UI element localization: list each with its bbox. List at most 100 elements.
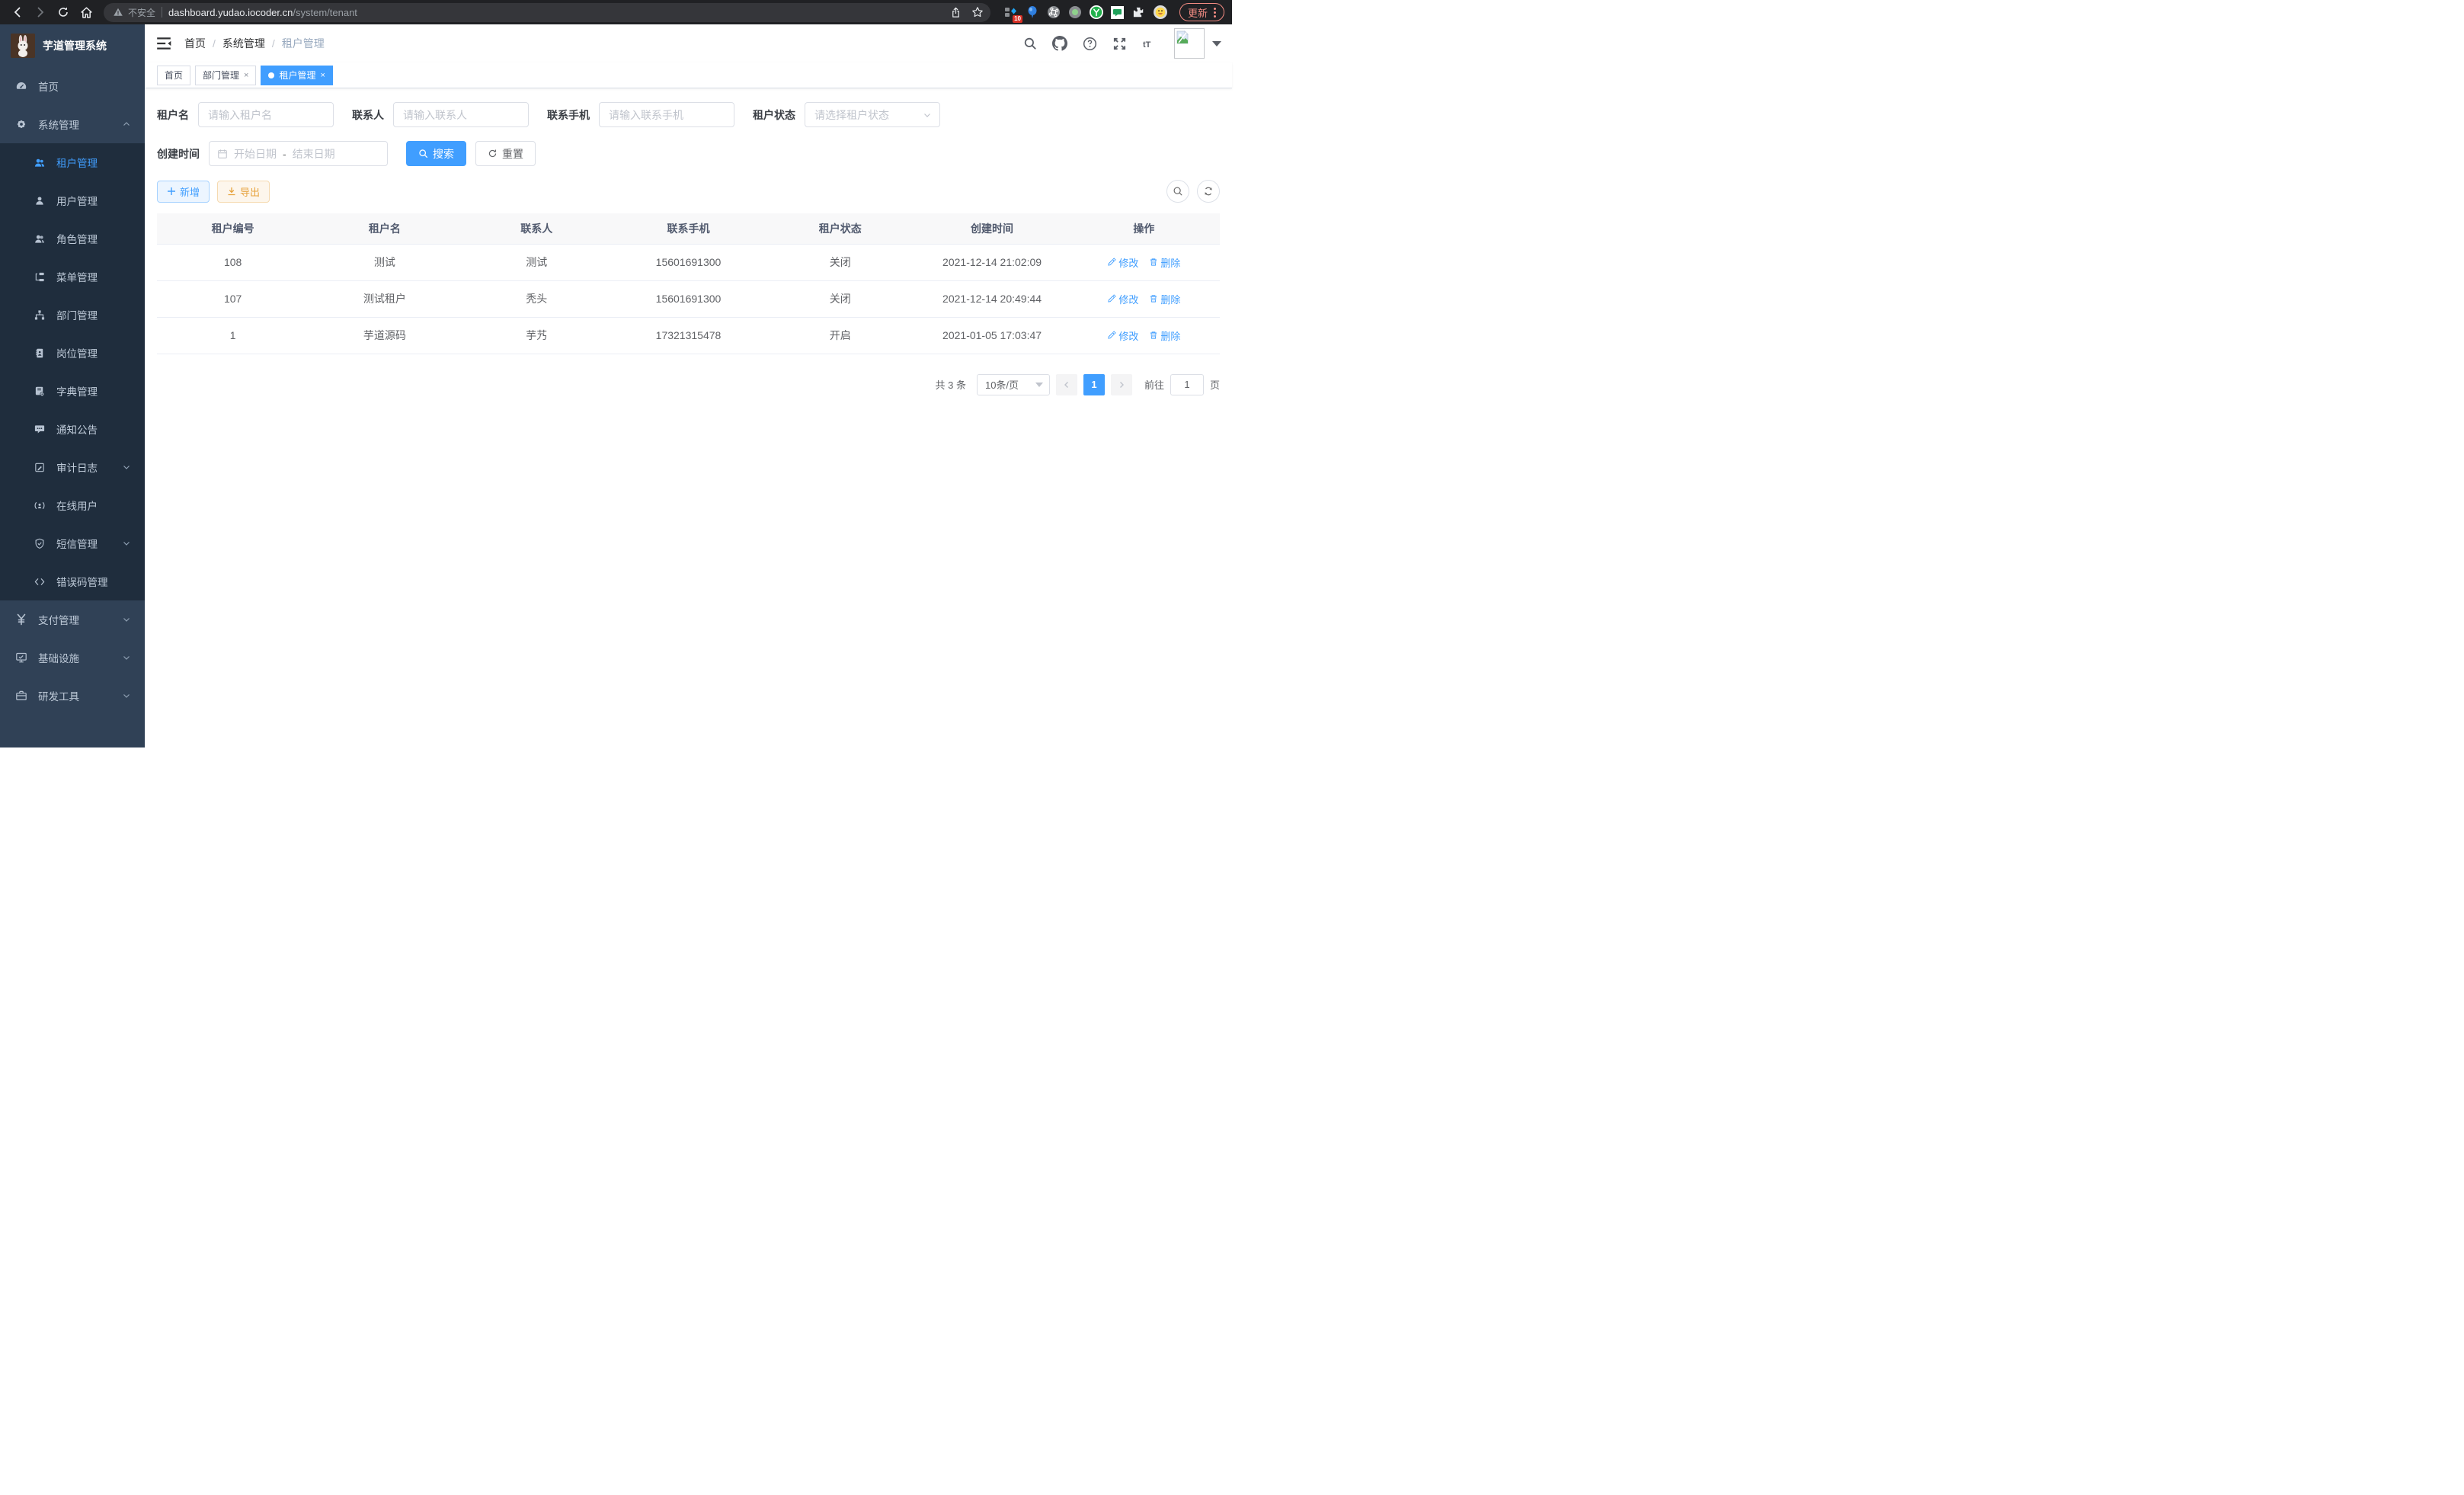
sidebar-item-system[interactable]: 系统管理 (0, 105, 145, 143)
chevron-down-icon (122, 691, 131, 700)
sidebar-item-audit-log[interactable]: 审计日志 (0, 448, 145, 486)
goto-page-input[interactable] (1170, 374, 1204, 395)
font-size-icon[interactable]: tT (1142, 37, 1159, 50)
browser-menu-icon[interactable] (1214, 8, 1216, 18)
status-label: 租户状态 (753, 107, 795, 123)
sidebar-item-home[interactable]: 首页 (0, 67, 145, 105)
sidebar-item-dict[interactable]: 字典管理 (0, 372, 145, 410)
menu-tree-icon (34, 271, 46, 283)
sidebar-collapse-button[interactable] (155, 35, 172, 52)
contact-input[interactable] (393, 102, 529, 127)
add-button[interactable]: 新增 (157, 181, 210, 203)
sidebar-item-sms[interactable]: 短信管理 (0, 524, 145, 562)
page-number-button[interactable]: 1 (1083, 374, 1105, 395)
page-size-select[interactable]: 10条/页 (977, 374, 1050, 395)
extensions-puzzle-button[interactable] (1132, 5, 1146, 19)
edit-button[interactable]: 修改 (1107, 328, 1138, 343)
browser-back-button[interactable] (8, 2, 27, 22)
app-logo[interactable]: 芋道管理系统 (0, 24, 145, 67)
browser-update-button[interactable]: 更新 (1179, 3, 1224, 21)
tag-close-icon[interactable]: × (244, 71, 248, 80)
tag-tenant[interactable]: 租户管理 × (261, 66, 332, 85)
extension-chat-icon[interactable] (1111, 5, 1125, 19)
pay-yen-icon (15, 613, 27, 626)
profile-avatar-button[interactable] (1154, 5, 1167, 19)
prev-page-button[interactable] (1056, 374, 1077, 395)
share-button[interactable] (946, 2, 966, 22)
puzzle-icon (1132, 6, 1145, 19)
next-page-button[interactable] (1111, 374, 1132, 395)
reset-button[interactable]: 重置 (475, 141, 536, 166)
chevron-down-icon (923, 110, 932, 120)
tag-close-icon[interactable]: × (320, 71, 325, 80)
url-text[interactable]: dashboard.yudao.iocoder.cn/system/tenant (168, 7, 946, 18)
header-search-icon[interactable] (1023, 37, 1037, 50)
extension-balloon-icon[interactable] (1026, 5, 1039, 19)
sidebar-item-online-users[interactable]: 在线用户 (0, 486, 145, 524)
avatar[interactable] (1174, 28, 1205, 59)
edit-button[interactable]: 修改 (1107, 292, 1138, 306)
create-time-range-picker[interactable]: 开始日期 - 结束日期 (209, 141, 388, 166)
browser-reload-button[interactable] (53, 2, 73, 22)
roles-icon (34, 233, 46, 245)
refresh-table-button[interactable] (1197, 180, 1220, 203)
tag-department[interactable]: 部门管理 × (195, 66, 256, 85)
mobile-input[interactable] (599, 102, 734, 127)
sidebar-item-roles[interactable]: 角色管理 (0, 219, 145, 258)
sidebar-item-departments[interactable]: 部门管理 (0, 296, 145, 334)
table-row: 108 测试 测试 15601691300 关闭 2021-12-14 21:0… (157, 244, 1220, 280)
help-icon[interactable] (1083, 37, 1097, 51)
online-user-icon (34, 500, 46, 511)
sidebar-item-tenant[interactable]: 租户管理 (0, 143, 145, 181)
bookmark-star-button[interactable] (968, 2, 987, 22)
export-button[interactable]: 导出 (217, 181, 270, 203)
status-select[interactable]: 请选择租户状态 (805, 102, 940, 127)
sidebar-item-menus[interactable]: 菜单管理 (0, 258, 145, 296)
chevron-down-icon (122, 615, 131, 624)
search-icon (1173, 186, 1183, 197)
sidebar-item-notice[interactable]: 通知公告 (0, 410, 145, 448)
chevron-up-icon (122, 120, 131, 129)
goto-label: 前往 (1144, 377, 1164, 392)
user-menu[interactable] (1174, 28, 1221, 59)
delete-button[interactable]: 删除 (1149, 328, 1180, 343)
sidebar-item-devtools[interactable]: 研发工具 (0, 677, 145, 715)
browser-forward-button[interactable] (30, 2, 50, 22)
extension-record-icon[interactable] (1068, 5, 1082, 19)
tag-home[interactable]: 首页 (157, 66, 190, 85)
delete-button[interactable]: 删除 (1149, 255, 1180, 270)
fullscreen-icon[interactable] (1112, 37, 1127, 51)
github-icon[interactable] (1052, 36, 1067, 51)
col-tenant-name: 租户名 (309, 213, 460, 244)
edit-button[interactable]: 修改 (1107, 255, 1138, 270)
user-menu-caret-icon[interactable] (1212, 41, 1221, 46)
address-bar[interactable]: 不安全 dashboard.yudao.iocoder.cn/system/te… (104, 3, 990, 22)
breadcrumb-parent[interactable]: 系统管理 (222, 36, 265, 51)
y-logo-icon (1090, 5, 1103, 20)
extension-command-icon[interactable] (1047, 5, 1061, 19)
tenant-name-input[interactable] (198, 102, 334, 127)
breadcrumb-home[interactable]: 首页 (184, 36, 206, 51)
search-button[interactable]: 搜索 (406, 141, 466, 166)
delete-button[interactable]: 删除 (1149, 292, 1180, 306)
infra-monitor-icon (15, 651, 27, 664)
tenant-page: 租户名 联系人 联系手机 租户状态 请选择租户状态 (145, 88, 1232, 748)
toggle-search-button[interactable] (1166, 180, 1189, 203)
forward-arrow-icon (34, 6, 46, 18)
user-icon (34, 195, 46, 206)
security-indicator[interactable]: 不安全 (113, 6, 155, 19)
extension-badge: 10 (1013, 15, 1022, 23)
sidebar-item-error-codes[interactable]: 错误码管理 (0, 562, 145, 600)
browser-home-button[interactable] (76, 2, 96, 22)
sidebar-item-infrastructure[interactable]: 基础设施 (0, 639, 145, 677)
table-header-row: 租户编号 租户名 联系人 联系手机 租户状态 创建时间 操作 (157, 213, 1220, 244)
extension-yudao-icon[interactable] (1090, 5, 1103, 19)
sidebar-item-users[interactable]: 用户管理 (0, 181, 145, 219)
end-date-placeholder: 结束日期 (293, 146, 335, 162)
app-header: 首页 / 系统管理 / 租户管理 tT (145, 24, 1232, 62)
sidebar-item-posts[interactable]: 岗位管理 (0, 334, 145, 372)
sidebar-item-payment[interactable]: 支付管理 (0, 600, 145, 639)
tenants-icon (34, 157, 46, 168)
sms-shield-icon (34, 538, 46, 549)
extension-tabs-icon[interactable]: 10 (1004, 5, 1018, 19)
